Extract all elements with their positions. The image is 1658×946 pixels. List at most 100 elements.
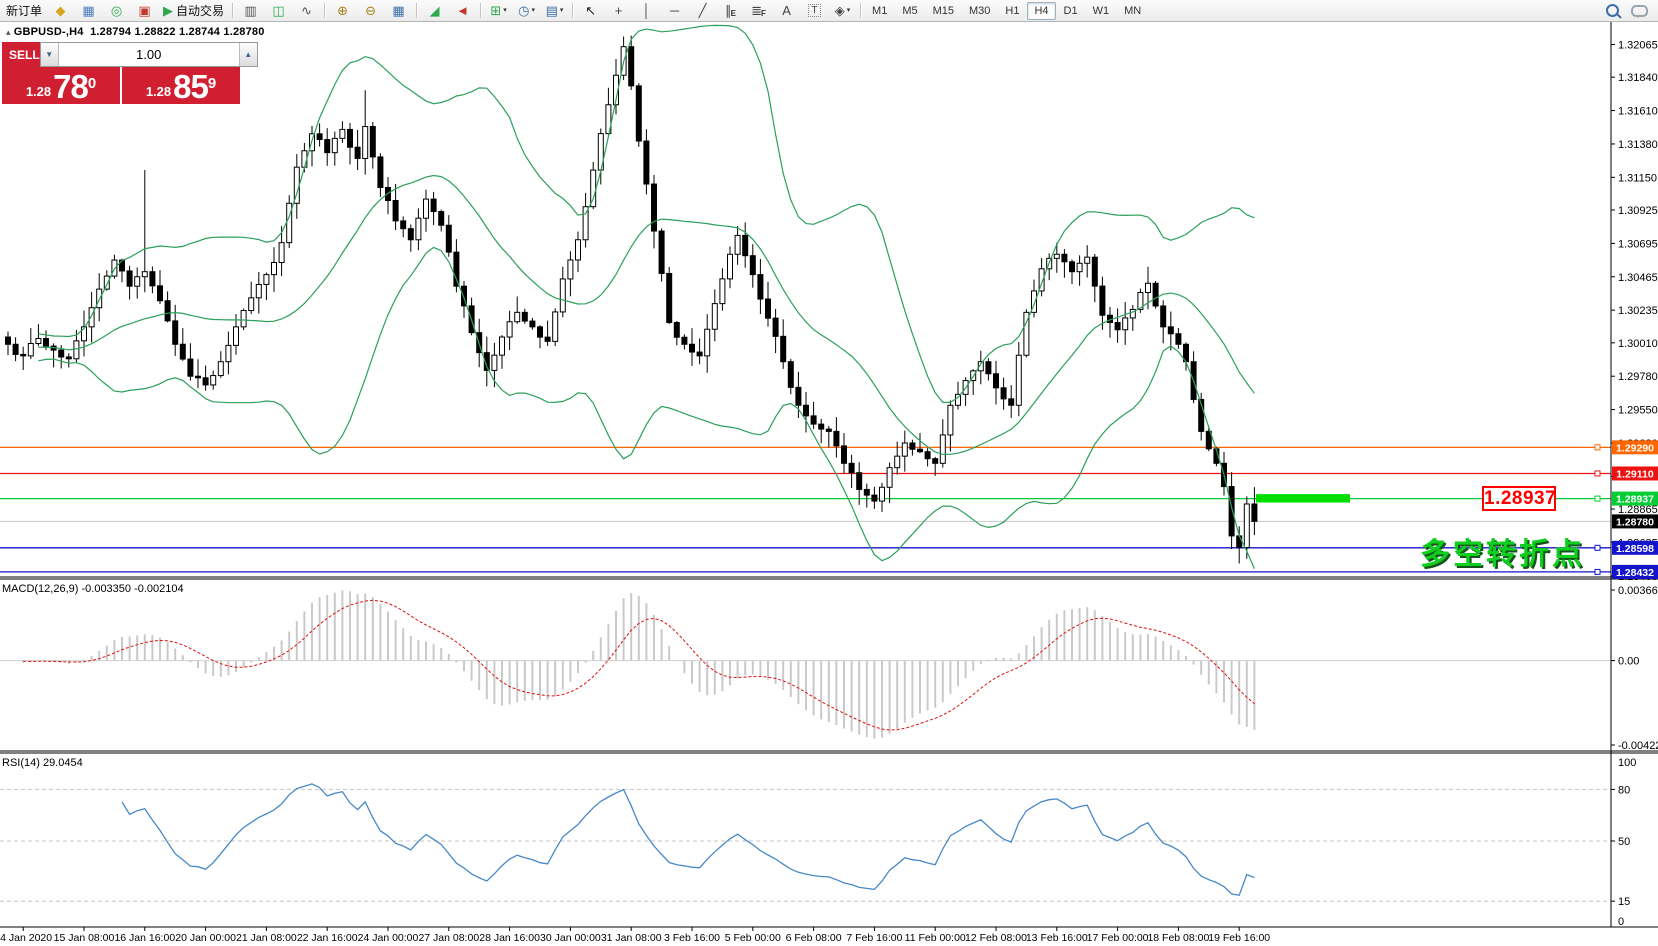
- svg-text:1.31380: 1.31380: [1618, 139, 1658, 151]
- svg-text:31 Jan 08:00: 31 Jan 08:00: [601, 932, 662, 944]
- chart-shift-icon: ◄: [456, 4, 469, 17]
- crosshair-icon[interactable]: +: [605, 0, 632, 21]
- svg-text:27 Jan 08:00: 27 Jan 08:00: [418, 932, 479, 944]
- new-order-button[interactable]: 新订单: [2, 0, 46, 21]
- svg-text:20 Jan 00:00: 20 Jan 00:00: [175, 932, 236, 944]
- chart-canvas[interactable]: 1.320651.318401.316101.313801.311501.309…: [0, 22, 1658, 946]
- periods-icon: ◷: [518, 4, 529, 17]
- line-chart-icon: ∿: [301, 4, 312, 17]
- main-toolbar: 新订单◆▦◎▣▶自动交易▥◫∿⊕⊖▦◢◄⊞▾◷▾▤▾↖+│─╱∥E≣FAT◈▾M…: [0, 0, 1658, 22]
- svg-text:1.29290: 1.29290: [1616, 442, 1654, 454]
- svg-text:1.31840: 1.31840: [1618, 72, 1658, 84]
- buy-button[interactable]: BUY: [258, 42, 292, 67]
- svg-text:14 Jan 2020: 14 Jan 2020: [0, 932, 52, 944]
- indicators-icon: ⊞: [490, 4, 501, 17]
- zoom-in-icon[interactable]: ⊕: [329, 0, 356, 21]
- line-chart-icon[interactable]: ∿: [293, 0, 320, 21]
- svg-text:15: 15: [1618, 896, 1630, 908]
- toolbar-separator: [232, 3, 233, 18]
- templates-icon[interactable]: ▤▾: [541, 0, 568, 21]
- svg-text:24 Jan 00:00: 24 Jan 00:00: [358, 932, 419, 944]
- timeframe-MN[interactable]: MN: [1117, 2, 1148, 20]
- shapes-icon[interactable]: ◈▾: [829, 0, 856, 21]
- svg-text:1.32065: 1.32065: [1618, 40, 1658, 52]
- templates-icon-dropdown[interactable]: ▾: [560, 7, 564, 14]
- signals-icon[interactable]: ◎: [103, 0, 130, 21]
- chat-icon[interactable]: [1631, 5, 1648, 17]
- svg-text:1.30235: 1.30235: [1618, 305, 1658, 317]
- timeframe-D1[interactable]: D1: [1057, 2, 1085, 20]
- svg-text:7 Feb 16:00: 7 Feb 16:00: [846, 932, 902, 944]
- volume-increase-button[interactable]: ▲: [239, 43, 257, 66]
- search-icon[interactable]: [1606, 4, 1619, 17]
- volume-box: ▼ ▲: [40, 42, 258, 67]
- sell-price-display[interactable]: 1.28780: [2, 67, 120, 104]
- chart-window-icon: ◆: [56, 4, 66, 17]
- chart-window: 1.320651.318401.316101.313801.311501.309…: [0, 22, 1658, 946]
- toolbar-separator: [572, 3, 573, 18]
- chart-shift-icon[interactable]: ◄: [449, 0, 476, 21]
- history-center-icon[interactable]: ▣: [131, 0, 158, 21]
- chart-window-icon[interactable]: ◆: [47, 0, 74, 21]
- candlestick-chart-icon: ◫: [272, 4, 284, 17]
- autotrading-button-label: 自动交易: [176, 5, 224, 17]
- timeframe-M5[interactable]: M5: [895, 2, 924, 20]
- toolbar-separator: [860, 3, 861, 18]
- svg-text:28 Jan 16:00: 28 Jan 16:00: [479, 932, 540, 944]
- symbol-name: GBPUSD-,H4: [14, 26, 84, 38]
- chinese-annotation: 多空转折点: [1420, 529, 1585, 573]
- timeframe-M30[interactable]: M30: [962, 2, 997, 20]
- text-label-icon: T: [808, 4, 820, 17]
- sell-button[interactable]: SELL: [2, 42, 40, 67]
- shapes-icon: ◈: [835, 4, 845, 17]
- periods-icon[interactable]: ◷▾: [513, 0, 540, 21]
- trendline-icon: ╱: [699, 4, 707, 17]
- channel-icon[interactable]: ∥E: [717, 0, 744, 21]
- svg-text:11 Feb 00:00: 11 Feb 00:00: [905, 932, 966, 944]
- svg-text:17 Feb 00:00: 17 Feb 00:00: [1087, 932, 1149, 944]
- svg-text:21 Jan 08:00: 21 Jan 08:00: [236, 932, 297, 944]
- svg-text:16 Jan 16:00: 16 Jan 16:00: [114, 932, 175, 944]
- market-watch-icon[interactable]: ▦: [75, 0, 102, 21]
- vertical-line-icon[interactable]: │: [633, 0, 660, 21]
- macd-label: MACD(12,26,9) -0.003350 -0.002104: [2, 583, 184, 595]
- svg-text:1.30465: 1.30465: [1618, 272, 1658, 284]
- zoom-out-icon[interactable]: ⊖: [357, 0, 384, 21]
- horizontal-line-icon[interactable]: ─: [661, 0, 688, 21]
- svg-text:6 Feb 08:00: 6 Feb 08:00: [786, 932, 842, 944]
- autotrading-button[interactable]: ▶自动交易: [159, 0, 228, 21]
- shapes-icon-dropdown[interactable]: ▾: [847, 7, 851, 14]
- channel-icon-sub: E: [731, 10, 736, 18]
- svg-text:100: 100: [1618, 757, 1636, 769]
- text-label-icon[interactable]: T: [801, 0, 828, 21]
- text-icon: A: [782, 4, 791, 17]
- timeframe-H4[interactable]: H4: [1027, 2, 1055, 20]
- auto-scroll-icon[interactable]: ◢: [421, 0, 448, 21]
- price-callout-box[interactable]: 1.28937: [1482, 486, 1556, 511]
- timeframe-M15[interactable]: M15: [926, 2, 961, 20]
- volume-decrease-button[interactable]: ▼: [41, 43, 59, 66]
- buy-price-display[interactable]: 1.28859: [122, 67, 240, 104]
- sell-price-big: 78: [53, 72, 88, 102]
- trendline-icon[interactable]: ╱: [689, 0, 716, 21]
- text-icon[interactable]: A: [773, 0, 800, 21]
- volume-input[interactable]: [59, 43, 239, 66]
- timeframe-M1[interactable]: M1: [865, 2, 894, 20]
- svg-text:15 Jan 08:00: 15 Jan 08:00: [54, 932, 115, 944]
- tile-windows-icon[interactable]: ▦: [385, 0, 412, 21]
- timeframe-H1[interactable]: H1: [998, 2, 1026, 20]
- timeframe-W1[interactable]: W1: [1086, 2, 1117, 20]
- svg-text:0.00: 0.00: [1618, 656, 1639, 668]
- periods-icon-dropdown[interactable]: ▾: [531, 7, 535, 14]
- candlestick-chart-icon[interactable]: ◫: [265, 0, 292, 21]
- cursor-icon[interactable]: ↖: [577, 0, 604, 21]
- ohlc-high: 1.28822: [135, 26, 176, 38]
- indicators-icon[interactable]: ⊞▾: [485, 0, 512, 21]
- toolbar-separator: [480, 3, 481, 18]
- bar-chart-icon: ▥: [244, 4, 256, 17]
- bar-chart-icon[interactable]: ▥: [237, 0, 264, 21]
- svg-text:1.29550: 1.29550: [1618, 405, 1658, 417]
- indicators-icon-dropdown[interactable]: ▾: [503, 7, 507, 14]
- svg-text:5 Feb 00:00: 5 Feb 00:00: [725, 932, 781, 944]
- fibonacci-icon[interactable]: ≣F: [745, 0, 772, 21]
